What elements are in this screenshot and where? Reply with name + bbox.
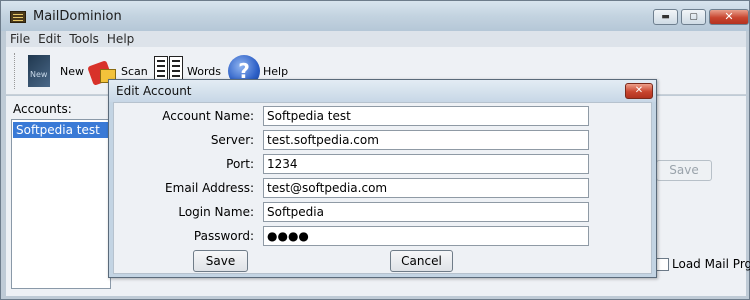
- account-name-field[interactable]: [263, 106, 589, 126]
- new-button[interactable]: New: [28, 53, 84, 89]
- menu-bar: File Edit Tools Help: [6, 31, 746, 47]
- app-icon: [10, 11, 26, 23]
- login-name-field[interactable]: [263, 202, 589, 222]
- password-field[interactable]: [263, 226, 589, 246]
- title-bar: MailDominion ▬ ▢ ✕: [1, 1, 749, 31]
- list-item[interactable]: Softpedia test: [13, 122, 109, 138]
- new-account-icon: [28, 55, 50, 87]
- words-label: Words: [187, 64, 222, 78]
- dialog-title-bar: Edit Account ✕: [109, 80, 656, 102]
- accounts-list[interactable]: Softpedia test: [11, 119, 111, 289]
- window-title: MailDominion: [33, 9, 122, 24]
- menu-help[interactable]: Help: [103, 31, 138, 47]
- email-label: Email Address:: [165, 181, 254, 195]
- dialog-body: Account Name: Server: Port: Email Addres…: [113, 102, 652, 274]
- port-field[interactable]: [263, 154, 589, 174]
- scan-label: Scan: [121, 64, 148, 78]
- login-name-label: Login Name:: [178, 205, 254, 219]
- menu-tools[interactable]: Tools: [65, 31, 103, 47]
- server-field[interactable]: [263, 130, 589, 150]
- password-label: Password:: [193, 229, 254, 243]
- menu-edit[interactable]: Edit: [34, 31, 65, 47]
- close-window-button[interactable]: ✕: [709, 9, 749, 25]
- save-button-disabled: Save: [656, 160, 712, 181]
- dialog-title: Edit Account: [116, 84, 192, 98]
- load-mail-checkbox[interactable]: [656, 258, 669, 271]
- load-mail-label: Load Mail Prg: [672, 257, 750, 271]
- toolbar-grip: [14, 53, 16, 89]
- port-label: Port:: [226, 157, 254, 171]
- maximize-button[interactable]: ▢: [681, 9, 706, 25]
- dialog-close-button[interactable]: ✕: [625, 83, 653, 99]
- menu-file[interactable]: File: [6, 31, 34, 47]
- edit-account-dialog: Edit Account ✕ Account Name: Server: Por…: [108, 79, 657, 278]
- accounts-label: Accounts:: [13, 102, 72, 116]
- account-name-label: Account Name:: [162, 109, 254, 123]
- dialog-cancel-button[interactable]: Cancel: [390, 250, 453, 272]
- dialog-save-button[interactable]: Save: [193, 250, 248, 272]
- server-label: Server:: [210, 133, 254, 147]
- minimize-button[interactable]: ▬: [653, 9, 678, 25]
- help-label: Help: [263, 64, 289, 78]
- new-label: New: [60, 64, 84, 78]
- email-field[interactable]: [263, 178, 589, 198]
